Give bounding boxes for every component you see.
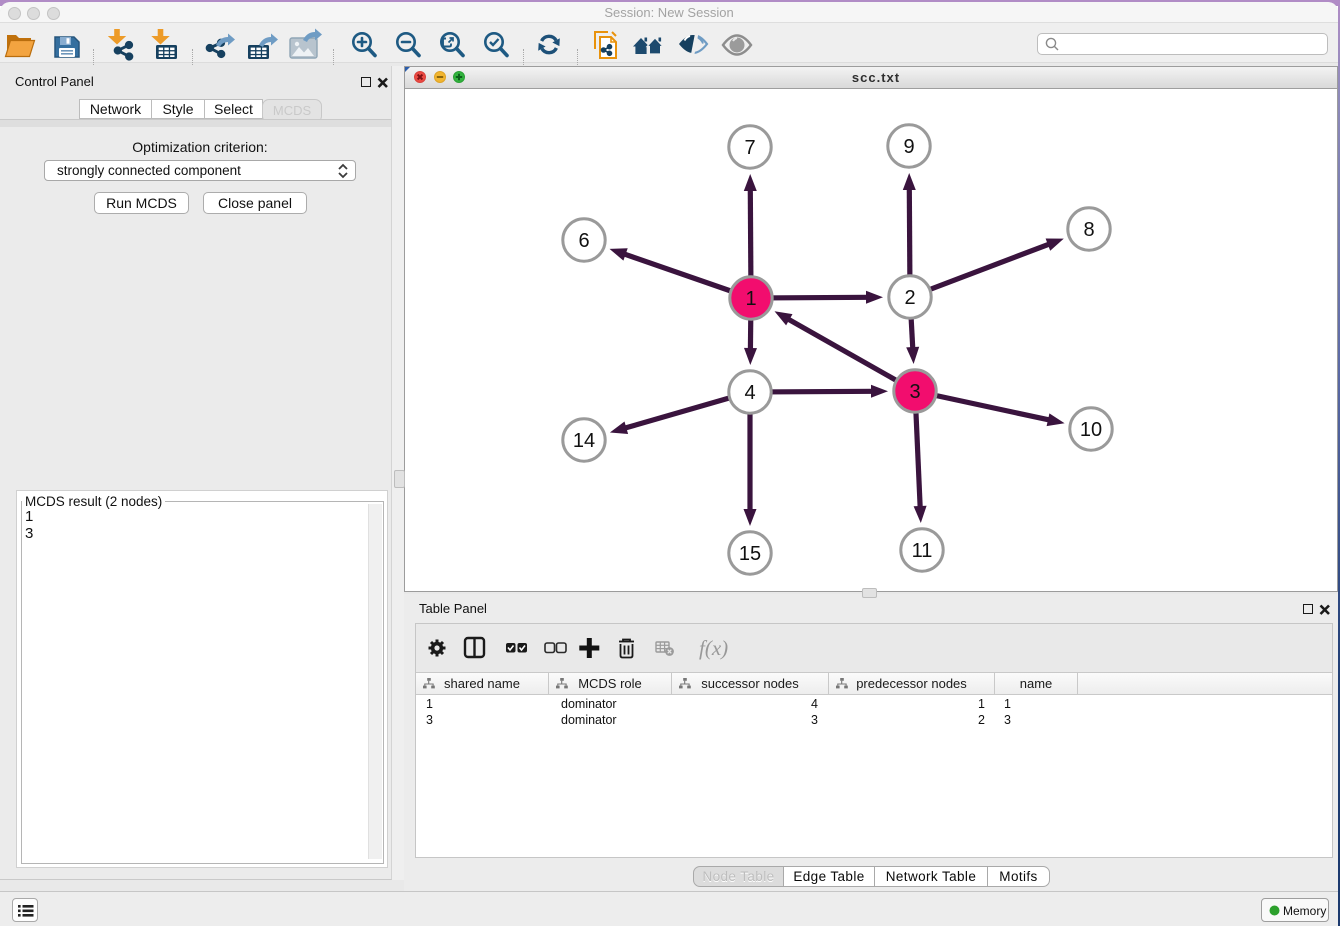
svg-text:8: 8 — [1083, 219, 1094, 241]
svg-text:6: 6 — [578, 230, 589, 252]
svg-text:2: 2 — [904, 287, 915, 309]
svg-text:f(x): f(x) — [699, 636, 728, 660]
svg-text:11: 11 — [912, 540, 933, 562]
svg-text:10: 10 — [1080, 419, 1102, 441]
svg-text:4: 4 — [744, 382, 755, 404]
svg-text:1: 1 — [745, 288, 756, 310]
svg-text:15: 15 — [739, 543, 761, 565]
svg-text:3: 3 — [909, 381, 920, 403]
svg-text:7: 7 — [744, 137, 755, 159]
svg-text:9: 9 — [903, 136, 914, 158]
svg-text:14: 14 — [573, 430, 595, 452]
